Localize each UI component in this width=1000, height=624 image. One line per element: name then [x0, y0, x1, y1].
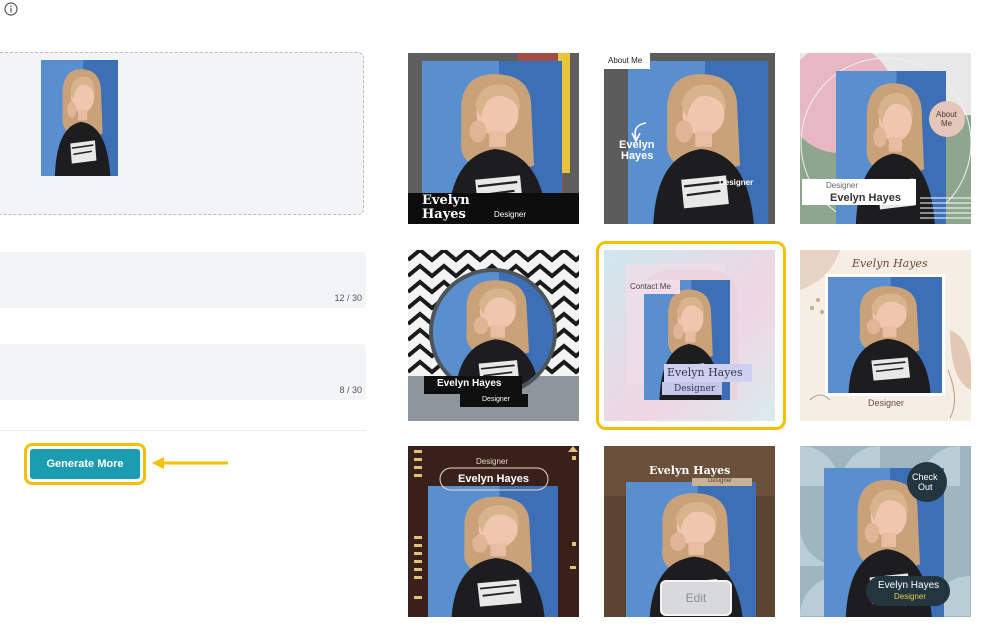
t8-name: Evelyn Hayes — [649, 464, 731, 477]
template-card-9[interactable]: Check Out Evelyn Hayes Designer — [800, 446, 971, 617]
t7-name: Evelyn Hayes — [458, 473, 529, 485]
info-icon[interactable] — [4, 2, 18, 16]
pointer-arrow-icon — [152, 457, 228, 469]
t4-name: Evelyn Hayes — [437, 378, 502, 389]
template-card-6[interactable]: Evelyn Hayes Designer — [800, 250, 971, 421]
t8-role: Designer — [708, 478, 733, 484]
template-card-7[interactable]: Designer Evelyn Hayes — [408, 446, 579, 617]
selected-template-highlight — [596, 241, 786, 430]
t9-badge-line2: Out — [918, 482, 933, 492]
generate-more-highlight: Generate More — [24, 443, 146, 485]
template-7-artwork — [408, 446, 579, 617]
t3-name: Evelyn Hayes — [830, 192, 901, 204]
t9-name: Evelyn Hayes — [878, 580, 940, 591]
t3-badge-line2: Me — [941, 119, 953, 128]
template-card-4[interactable]: Evelyn Hayes Designer — [408, 250, 579, 421]
generate-more-button[interactable]: Generate More — [30, 449, 140, 479]
role-char-counter: 8 / 30 — [339, 385, 362, 395]
t3-role: Designer — [826, 181, 859, 190]
t6-role: Designer — [868, 398, 905, 408]
t9-role: Designer — [894, 592, 927, 601]
section-divider — [0, 430, 366, 431]
t7-role: Designer — [476, 457, 509, 466]
t1-name-line1: Evelyn — [422, 193, 470, 208]
t9-badge-line1: Check — [912, 472, 938, 482]
t6-name: Evelyn Hayes — [852, 257, 928, 270]
t3-badge-line1: About — [936, 110, 957, 119]
t1-name-line2: Hayes — [422, 207, 466, 222]
template-card-1[interactable]: Evelyn Hayes Designer — [408, 53, 579, 224]
t1-role: Designer — [494, 210, 527, 219]
template-6-artwork — [800, 250, 971, 421]
template-card-2[interactable]: About Me Evelyn Hayes Designer — [604, 53, 775, 224]
template-card-3[interactable]: About Me Designer Evelyn Hayes — [800, 53, 971, 224]
t2-tag: About Me — [608, 56, 643, 65]
template-9-artwork — [800, 446, 971, 617]
uploaded-photo-thumbnail — [41, 60, 118, 176]
name-char-counter: 12 / 30 — [334, 293, 362, 303]
t2-name-line2: Hayes — [621, 150, 654, 162]
edit-template-button[interactable]: Edit — [660, 580, 732, 616]
t4-role: Designer — [482, 396, 511, 403]
t2-role: Designer — [719, 178, 754, 187]
